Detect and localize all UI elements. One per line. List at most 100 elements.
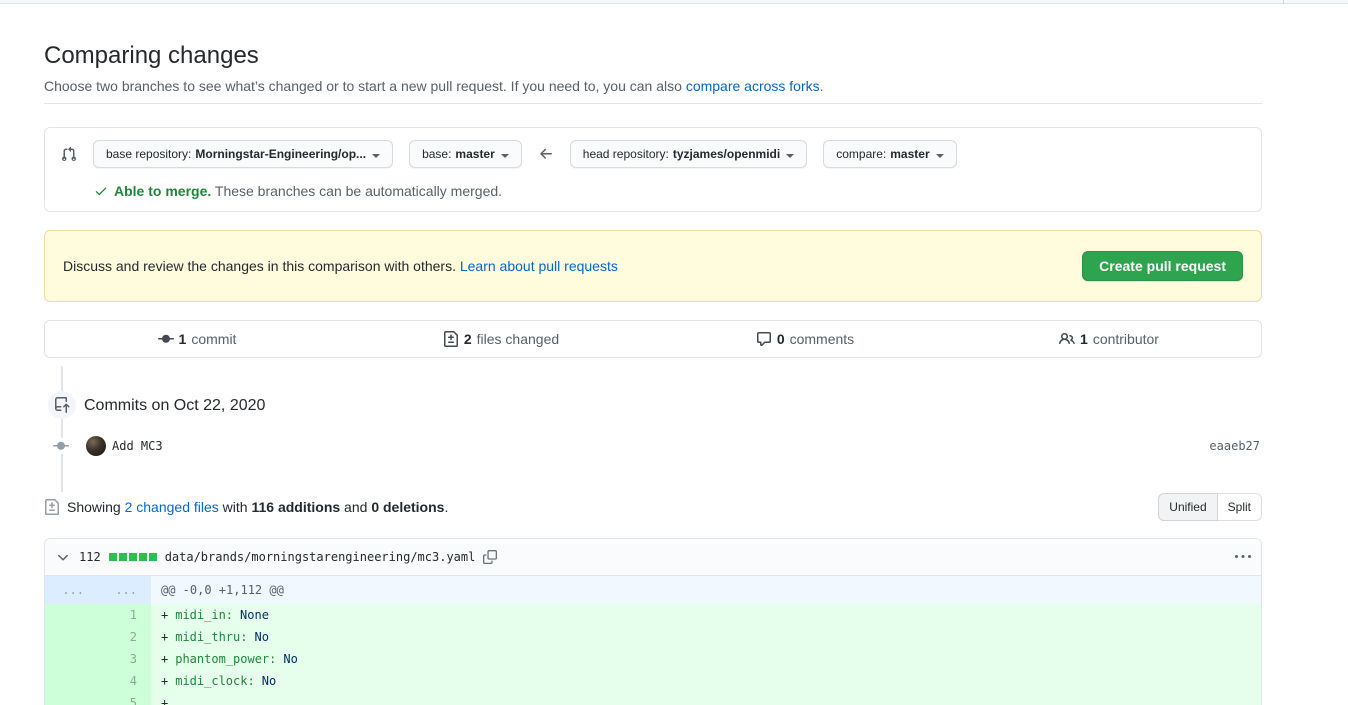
pull-request-banner: Discuss and review the changes in this c… (44, 230, 1262, 302)
file-diff-icon (443, 331, 459, 347)
comments-stat[interactable]: 0 comments (653, 321, 957, 357)
subtitle-period: . (820, 78, 824, 94)
files-changed-stat[interactable]: 2 files changed (349, 321, 653, 357)
chevron-down-icon (372, 154, 380, 162)
hunk-header-text: @@ -0,0 +1,112 @@ (151, 576, 1261, 604)
git-commit-icon (53, 438, 69, 454)
diff-line: 2 +midi_thru:No (45, 626, 1261, 648)
chevron-down-icon[interactable] (55, 549, 71, 565)
merge-status-bold: Able to merge. (114, 183, 211, 199)
yaml-key: midi_thru: (175, 630, 247, 644)
deletions-count: 0 deletions (371, 499, 444, 515)
branch-compare-row: base repository: Morningstar-Engineering… (61, 140, 1245, 168)
base-repository-label: base repository: (106, 147, 191, 161)
plus-sign: + (161, 674, 168, 688)
branch-compare-box: base repository: Morningstar-Engineering… (44, 127, 1262, 212)
new-line-number[interactable]: 4 (98, 670, 151, 692)
new-line-number[interactable]: 3 (98, 648, 151, 670)
top-header-strip (0, 0, 1348, 4)
header-divider (44, 103, 1262, 104)
kebab-icon[interactable] (1235, 549, 1251, 565)
diffstat-square (109, 553, 117, 561)
comments-count: 0 (777, 331, 785, 347)
showing-prefix: Showing (67, 499, 125, 515)
hunk-expand-new[interactable]: ... (98, 576, 151, 604)
diff-line: 3 +phantom_power:No (45, 648, 1261, 670)
banner-message: Discuss and review the changes in this c… (63, 258, 460, 274)
base-branch-label: base: (422, 147, 451, 161)
diff-file-header: 112 data/brands/morningstarengineering/m… (45, 539, 1261, 576)
changed-files-link[interactable]: 2 changed files (125, 499, 219, 515)
create-pull-request-button[interactable]: Create pull request (1082, 251, 1243, 281)
plus-sign: + (161, 652, 168, 666)
compare-branch-label: compare: (836, 147, 886, 161)
chevron-down-icon (501, 154, 509, 162)
plus-sign: + (161, 696, 168, 705)
old-line-number[interactable] (45, 604, 98, 626)
diff-code: +midi_thru:No (151, 626, 1261, 648)
plus-sign: + (161, 630, 168, 644)
contributors-stat[interactable]: 1 contributor (957, 321, 1261, 357)
diff-code: +phantom_power:No (151, 648, 1261, 670)
git-compare-icon (61, 146, 77, 162)
diff-code: + midi_clock: No (151, 670, 1261, 692)
avatar[interactable] (86, 436, 106, 456)
plus-sign: + (161, 608, 168, 622)
diffstat-square (139, 553, 147, 561)
showing-and: and (340, 499, 371, 515)
yaml-value: No (283, 652, 297, 666)
yaml-value: No (262, 674, 276, 688)
page-subtitle: Choose two branches to see what’s change… (44, 78, 824, 94)
old-line-number[interactable] (45, 670, 98, 692)
comments-label: comments (790, 331, 855, 347)
hunk-expand-old[interactable]: ... (45, 576, 98, 604)
base-repository-value: Morningstar-Engineering/op... (195, 147, 366, 161)
commit-row: Add MC3 eaaeb27 (44, 436, 1262, 456)
commit-hash-link[interactable]: eaaeb27 (1209, 439, 1260, 453)
git-commit-icon (158, 331, 174, 347)
merge-status-rest: These branches can be automatically merg… (211, 183, 502, 199)
new-line-number[interactable]: 5 (98, 692, 151, 705)
diff-line: 5 + (45, 692, 1261, 705)
commits-date-heading: Commits on Oct 22, 2020 (84, 397, 265, 415)
compare-across-forks-link[interactable]: compare across forks (686, 78, 820, 94)
file-diff-small-icon (44, 499, 67, 515)
diff-filename-link[interactable]: data/brands/morningstarengineering/mc3.y… (165, 550, 476, 564)
files-changed-count: 2 (464, 331, 472, 347)
learn-about-pull-requests-link[interactable]: Learn about pull requests (460, 258, 618, 274)
commit-label: commit (191, 331, 236, 347)
files-summary-row: Showing 2 changed files with 116 additio… (44, 492, 1262, 522)
diffstat-square (119, 553, 127, 561)
unified-view-button[interactable]: Unified (1158, 493, 1217, 521)
contributors-label: contributor (1093, 331, 1159, 347)
diff-hunk-row: ... ... @@ -0,0 +1,112 @@ (45, 576, 1261, 604)
commit-message-link[interactable]: Add MC3 (112, 439, 163, 453)
top-strip-divider (1283, 0, 1284, 4)
files-summary-text: Showing 2 changed files with 116 additio… (44, 499, 448, 515)
base-repository-dropdown[interactable]: base repository: Morningstar-Engineering… (93, 140, 393, 168)
base-branch-value: master (455, 147, 494, 161)
compare-branch-dropdown[interactable]: compare: master (823, 140, 956, 168)
yaml-key: midi_clock: (175, 674, 254, 688)
yaml-key: midi_in: (175, 608, 233, 622)
commits-stat[interactable]: 1 commit (45, 321, 349, 357)
new-line-number[interactable]: 1 (98, 604, 151, 626)
commit-count: 1 (179, 331, 187, 347)
copy-icon[interactable] (483, 550, 497, 564)
head-repository-value: tyzjames/openmidi (673, 147, 780, 161)
head-repository-dropdown[interactable]: head repository: tyzjames/openmidi (570, 140, 807, 168)
chevron-down-icon (936, 154, 944, 162)
new-line-number[interactable]: 2 (98, 626, 151, 648)
old-line-number[interactable] (45, 648, 98, 670)
old-line-number[interactable] (45, 626, 98, 648)
comment-icon (756, 331, 772, 347)
split-view-button[interactable]: Split (1218, 493, 1262, 521)
diffstat-square (149, 553, 157, 561)
diff-line: 1 +midi_in:None (45, 604, 1261, 626)
diff-code: +midi_in:None (151, 604, 1261, 626)
merge-status: Able to merge. These branches can be aut… (94, 183, 1245, 199)
head-repository-label: head repository: (583, 147, 669, 161)
base-branch-dropdown[interactable]: base: master (409, 140, 522, 168)
old-line-number[interactable] (45, 692, 98, 705)
diffstat-squares (109, 553, 157, 561)
